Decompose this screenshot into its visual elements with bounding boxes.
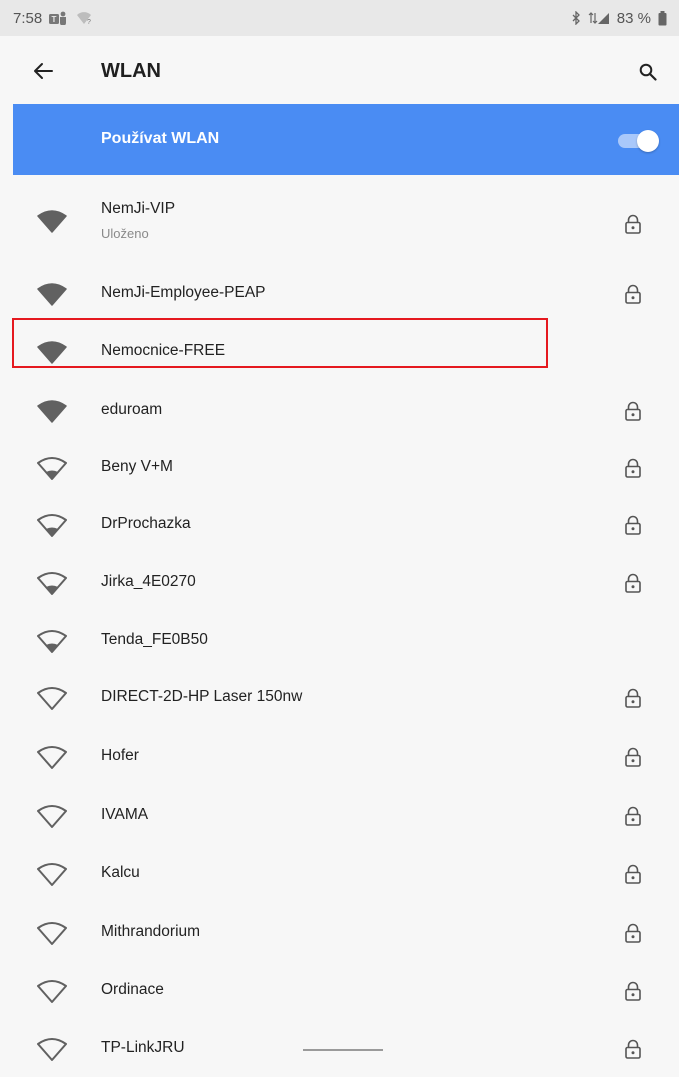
status-bar: 7:58 T ? 83 % [0, 0, 679, 36]
lock-icon [624, 515, 642, 535]
status-right: 83 % [571, 10, 667, 27]
lock-icon [624, 864, 642, 884]
network-name: NemJi-VIP [101, 200, 176, 217]
network-item[interactable]: TP-LinkJRU [0, 1019, 679, 1077]
battery-icon [658, 10, 667, 26]
clock: 7:58 [13, 9, 43, 27]
wifi-empty-icon [36, 861, 68, 887]
status-left: 7:58 T ? [13, 10, 92, 27]
network-item[interactable]: eduroam [0, 381, 679, 439]
network-item[interactable]: Mithrandorium [0, 903, 679, 961]
arrow-left-icon [34, 63, 53, 79]
network-name: Mithrandorium [101, 923, 201, 940]
network-item[interactable]: DrProchazka [0, 495, 679, 553]
wlan-switch[interactable] [614, 130, 664, 152]
network-name: Nemocnice-FREE [101, 342, 226, 359]
wifi-empty-icon [36, 978, 68, 1004]
mobile-signal-icon [588, 11, 610, 25]
network-item[interactable]: Nemocnice-FREE [0, 322, 679, 380]
wifi-full-icon [36, 281, 68, 307]
use-wlan-label: Používat WLAN [101, 130, 220, 147]
wifi-weak-icon [36, 570, 68, 596]
lock-icon [624, 747, 642, 767]
network-name: TP-LinkJRU [101, 1039, 185, 1056]
network-item[interactable]: Ordinace [0, 961, 679, 1019]
network-item[interactable]: Hofer [0, 727, 679, 785]
search-icon [639, 63, 657, 81]
wifi-empty-icon [36, 920, 68, 946]
network-name: Tenda_FE0B50 [101, 631, 208, 648]
network-item[interactable]: DIRECT-2D-HP Laser 150nw [0, 668, 679, 726]
lock-icon [624, 458, 642, 478]
lock-icon [624, 688, 642, 708]
network-name: Hofer [101, 747, 139, 764]
wlan-switch-thumb [637, 130, 659, 152]
network-name: DIRECT-2D-HP Laser 150nw [101, 688, 303, 705]
wifi-empty-icon [36, 685, 68, 711]
network-item[interactable]: Tenda_FE0B50 [0, 611, 679, 669]
network-name: eduroam [101, 401, 163, 418]
network-item[interactable]: Beny V+M [0, 438, 679, 496]
network-name: NemJi-Employee-PEAP [101, 284, 266, 301]
network-name: Kalcu [101, 864, 140, 881]
wifi-empty-icon [36, 1036, 68, 1062]
wifi-weak-icon [36, 512, 68, 538]
wifi-question-icon: ? [76, 11, 92, 25]
use-wlan-toggle-row[interactable]: Používat WLAN [13, 104, 679, 175]
page-title: WLAN [101, 60, 161, 82]
svg-text:T: T [52, 15, 57, 24]
network-name: Jirka_4E0270 [101, 573, 196, 590]
wifi-empty-icon [36, 744, 68, 770]
lock-icon [624, 806, 642, 826]
lock-icon [624, 1039, 642, 1059]
network-item[interactable]: Kalcu [0, 844, 679, 902]
wifi-weak-icon [36, 455, 68, 481]
battery-percent: 83 % [616, 9, 651, 27]
network-item[interactable]: Jirka_4E0270 [0, 553, 679, 611]
wifi-empty-icon [36, 803, 68, 829]
lock-icon [624, 284, 642, 304]
network-name: DrProchazka [101, 515, 191, 532]
wifi-full-icon [36, 398, 68, 424]
lock-icon [624, 573, 642, 593]
wifi-full-icon [36, 339, 68, 365]
network-status: Uloženo [101, 226, 149, 241]
wifi-full-icon [36, 208, 68, 234]
lock-icon [624, 923, 642, 943]
teams-notification-icon: T [49, 11, 69, 25]
network-item[interactable]: IVAMA [0, 786, 679, 844]
network-item[interactable]: NemJi-VIP Uloženo [0, 184, 679, 254]
back-button[interactable] [30, 58, 56, 84]
wifi-weak-icon [36, 628, 68, 654]
navigation-handle[interactable] [303, 1049, 383, 1051]
app-bar: WLAN [0, 36, 679, 104]
svg-text:?: ? [87, 19, 91, 25]
bluetooth-icon [571, 11, 581, 25]
lock-icon [624, 214, 642, 234]
lock-icon [624, 981, 642, 1001]
network-name: Ordinace [101, 981, 164, 998]
network-name: Beny V+M [101, 458, 173, 475]
network-name: IVAMA [101, 806, 149, 823]
lock-icon [624, 401, 642, 421]
search-button[interactable] [636, 60, 660, 84]
network-item[interactable]: NemJi-Employee-PEAP [0, 264, 679, 322]
